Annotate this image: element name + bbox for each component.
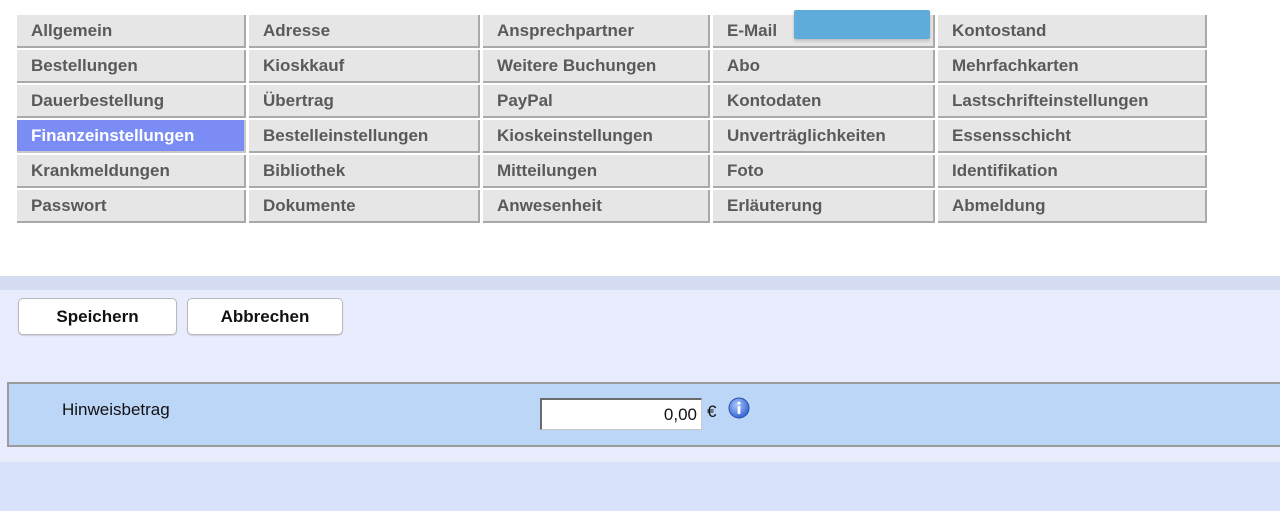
tab-unvertraeglichkeiten[interactable]: Unverträglichkeiten (713, 120, 935, 153)
tab-krankmeldungen[interactable]: Krankmeldungen (17, 155, 246, 188)
tab-allgemein[interactable]: Allgemein (17, 15, 246, 48)
tab-kontostand[interactable]: Kontostand (938, 15, 1207, 48)
tab-mitteilungen[interactable]: Mitteilungen (483, 155, 710, 188)
tab-weitere-buchungen[interactable]: Weitere Buchungen (483, 50, 710, 83)
tab-grid: Allgemein Adresse Ansprechpartner E-Mail… (17, 15, 1210, 225)
tab-bestellungen[interactable]: Bestellungen (17, 50, 246, 83)
tab-abo[interactable]: Abo (713, 50, 935, 83)
bottom-band (0, 462, 1280, 511)
panel-top-band (0, 276, 1280, 290)
tab-ansprechpartner[interactable]: Ansprechpartner (483, 15, 710, 48)
tab-abmeldung[interactable]: Abmeldung (938, 190, 1207, 223)
tab-foto[interactable]: Foto (713, 155, 935, 188)
tab-kontodaten[interactable]: Kontodaten (713, 85, 935, 118)
hinweisbetrag-input[interactable] (540, 398, 702, 430)
tab-kioskkauf[interactable]: Kioskkauf (249, 50, 480, 83)
tab-uebertrag[interactable]: Übertrag (249, 85, 480, 118)
tab-identifikation[interactable]: Identifikation (938, 155, 1207, 188)
tab-dokumente[interactable]: Dokumente (249, 190, 480, 223)
info-icon[interactable] (728, 397, 750, 419)
tab-paypal[interactable]: PayPal (483, 85, 710, 118)
save-button[interactable]: Speichern (18, 298, 177, 335)
tab-erlaeuterung[interactable]: Erläuterung (713, 190, 935, 223)
cancel-button[interactable]: Abbrechen (187, 298, 343, 335)
tab-essensschicht[interactable]: Essensschicht (938, 120, 1207, 153)
tab-dauerbestellung[interactable]: Dauerbestellung (17, 85, 246, 118)
currency-symbol: € (707, 402, 717, 421)
overlay-box (794, 10, 930, 39)
tab-mehrfachkarten[interactable]: Mehrfachkarten (938, 50, 1207, 83)
tab-lastschrifteinstellungen[interactable]: Lastschrifteinstellungen (938, 85, 1207, 118)
tab-finanzeinstellungen[interactable]: Finanzeinstellungen (17, 120, 246, 153)
tab-bestelleinstellungen[interactable]: Bestelleinstellungen (249, 120, 480, 153)
tab-anwesenheit[interactable]: Anwesenheit (483, 190, 710, 223)
tab-kioskeinstellungen[interactable]: Kioskeinstellungen (483, 120, 710, 153)
tab-passwort[interactable]: Passwort (17, 190, 246, 223)
hinweisbetrag-label: Hinweisbetrag (62, 400, 170, 419)
tab-bibliothek[interactable]: Bibliothek (249, 155, 480, 188)
tab-adresse[interactable]: Adresse (249, 15, 480, 48)
